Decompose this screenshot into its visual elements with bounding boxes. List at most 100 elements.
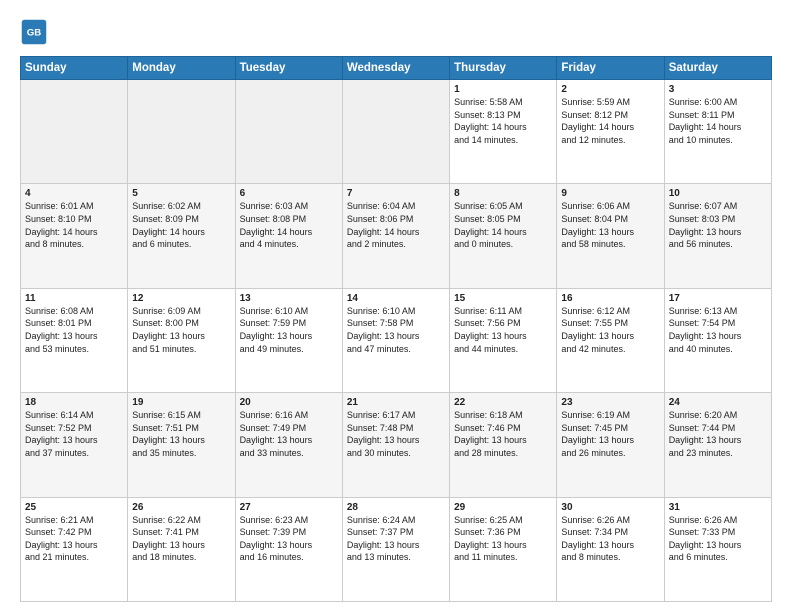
day-info: Sunrise: 6:02 AMSunset: 8:09 PMDaylight:… (132, 200, 230, 250)
day-info: Sunrise: 6:17 AMSunset: 7:48 PMDaylight:… (347, 409, 445, 459)
calendar-cell: 6Sunrise: 6:03 AMSunset: 8:08 PMDaylight… (235, 184, 342, 288)
calendar-cell (342, 80, 449, 184)
day-number: 27 (240, 502, 338, 513)
day-number: 14 (347, 293, 445, 304)
day-number: 30 (561, 502, 659, 513)
calendar-cell: 13Sunrise: 6:10 AMSunset: 7:59 PMDayligh… (235, 288, 342, 392)
day-info: Sunrise: 6:22 AMSunset: 7:41 PMDaylight:… (132, 514, 230, 564)
weekday-header-wednesday: Wednesday (342, 57, 449, 80)
calendar-cell: 29Sunrise: 6:25 AMSunset: 7:36 PMDayligh… (450, 497, 557, 601)
day-info: Sunrise: 6:05 AMSunset: 8:05 PMDaylight:… (454, 200, 552, 250)
day-number: 24 (669, 397, 767, 408)
day-number: 25 (25, 502, 123, 513)
day-info: Sunrise: 6:14 AMSunset: 7:52 PMDaylight:… (25, 409, 123, 459)
calendar-cell: 5Sunrise: 6:02 AMSunset: 8:09 PMDaylight… (128, 184, 235, 288)
calendar-header-row: SundayMondayTuesdayWednesdayThursdayFrid… (21, 57, 772, 80)
day-info: Sunrise: 6:24 AMSunset: 7:37 PMDaylight:… (347, 514, 445, 564)
day-number: 28 (347, 502, 445, 513)
calendar-cell: 4Sunrise: 6:01 AMSunset: 8:10 PMDaylight… (21, 184, 128, 288)
day-number: 26 (132, 502, 230, 513)
day-number: 23 (561, 397, 659, 408)
day-number: 15 (454, 293, 552, 304)
calendar: SundayMondayTuesdayWednesdayThursdayFrid… (20, 56, 772, 602)
day-info: Sunrise: 6:19 AMSunset: 7:45 PMDaylight:… (561, 409, 659, 459)
weekday-header-friday: Friday (557, 57, 664, 80)
day-info: Sunrise: 6:10 AMSunset: 7:58 PMDaylight:… (347, 305, 445, 355)
calendar-cell: 3Sunrise: 6:00 AMSunset: 8:11 PMDaylight… (664, 80, 771, 184)
day-number: 10 (669, 188, 767, 199)
day-number: 21 (347, 397, 445, 408)
weekday-header-tuesday: Tuesday (235, 57, 342, 80)
day-number: 1 (454, 84, 552, 95)
calendar-week-row: 25Sunrise: 6:21 AMSunset: 7:42 PMDayligh… (21, 497, 772, 601)
day-info: Sunrise: 6:11 AMSunset: 7:56 PMDaylight:… (454, 305, 552, 355)
day-number: 6 (240, 188, 338, 199)
calendar-cell: 2Sunrise: 5:59 AMSunset: 8:12 PMDaylight… (557, 80, 664, 184)
day-info: Sunrise: 6:12 AMSunset: 7:55 PMDaylight:… (561, 305, 659, 355)
calendar-cell: 19Sunrise: 6:15 AMSunset: 7:51 PMDayligh… (128, 393, 235, 497)
calendar-cell: 17Sunrise: 6:13 AMSunset: 7:54 PMDayligh… (664, 288, 771, 392)
day-number: 19 (132, 397, 230, 408)
day-info: Sunrise: 6:01 AMSunset: 8:10 PMDaylight:… (25, 200, 123, 250)
day-number: 5 (132, 188, 230, 199)
day-info: Sunrise: 6:09 AMSunset: 8:00 PMDaylight:… (132, 305, 230, 355)
calendar-cell: 23Sunrise: 6:19 AMSunset: 7:45 PMDayligh… (557, 393, 664, 497)
day-info: Sunrise: 5:58 AMSunset: 8:13 PMDaylight:… (454, 96, 552, 146)
svg-text:GB: GB (27, 28, 41, 39)
day-number: 7 (347, 188, 445, 199)
page: GB SundayMondayTuesdayWednesdayThursdayF… (0, 0, 792, 612)
calendar-cell: 8Sunrise: 6:05 AMSunset: 8:05 PMDaylight… (450, 184, 557, 288)
day-number: 9 (561, 188, 659, 199)
day-info: Sunrise: 6:04 AMSunset: 8:06 PMDaylight:… (347, 200, 445, 250)
day-info: Sunrise: 6:25 AMSunset: 7:36 PMDaylight:… (454, 514, 552, 564)
weekday-header-sunday: Sunday (21, 57, 128, 80)
day-number: 18 (25, 397, 123, 408)
day-info: Sunrise: 6:13 AMSunset: 7:54 PMDaylight:… (669, 305, 767, 355)
day-info: Sunrise: 6:16 AMSunset: 7:49 PMDaylight:… (240, 409, 338, 459)
calendar-cell: 30Sunrise: 6:26 AMSunset: 7:34 PMDayligh… (557, 497, 664, 601)
logo-icon: GB (20, 18, 48, 46)
calendar-cell: 9Sunrise: 6:06 AMSunset: 8:04 PMDaylight… (557, 184, 664, 288)
day-number: 22 (454, 397, 552, 408)
calendar-week-row: 18Sunrise: 6:14 AMSunset: 7:52 PMDayligh… (21, 393, 772, 497)
day-number: 17 (669, 293, 767, 304)
calendar-cell: 26Sunrise: 6:22 AMSunset: 7:41 PMDayligh… (128, 497, 235, 601)
day-info: Sunrise: 6:23 AMSunset: 7:39 PMDaylight:… (240, 514, 338, 564)
calendar-week-row: 4Sunrise: 6:01 AMSunset: 8:10 PMDaylight… (21, 184, 772, 288)
day-number: 2 (561, 84, 659, 95)
day-number: 29 (454, 502, 552, 513)
day-info: Sunrise: 6:03 AMSunset: 8:08 PMDaylight:… (240, 200, 338, 250)
calendar-cell: 18Sunrise: 6:14 AMSunset: 7:52 PMDayligh… (21, 393, 128, 497)
day-info: Sunrise: 6:10 AMSunset: 7:59 PMDaylight:… (240, 305, 338, 355)
day-info: Sunrise: 6:26 AMSunset: 7:33 PMDaylight:… (669, 514, 767, 564)
day-number: 13 (240, 293, 338, 304)
calendar-cell: 1Sunrise: 5:58 AMSunset: 8:13 PMDaylight… (450, 80, 557, 184)
day-number: 16 (561, 293, 659, 304)
calendar-cell: 22Sunrise: 6:18 AMSunset: 7:46 PMDayligh… (450, 393, 557, 497)
calendar-cell: 31Sunrise: 6:26 AMSunset: 7:33 PMDayligh… (664, 497, 771, 601)
calendar-week-row: 11Sunrise: 6:08 AMSunset: 8:01 PMDayligh… (21, 288, 772, 392)
logo: GB (20, 18, 52, 46)
calendar-week-row: 1Sunrise: 5:58 AMSunset: 8:13 PMDaylight… (21, 80, 772, 184)
day-number: 12 (132, 293, 230, 304)
day-number: 11 (25, 293, 123, 304)
day-info: Sunrise: 6:06 AMSunset: 8:04 PMDaylight:… (561, 200, 659, 250)
calendar-cell: 21Sunrise: 6:17 AMSunset: 7:48 PMDayligh… (342, 393, 449, 497)
day-info: Sunrise: 6:00 AMSunset: 8:11 PMDaylight:… (669, 96, 767, 146)
day-number: 3 (669, 84, 767, 95)
calendar-cell: 20Sunrise: 6:16 AMSunset: 7:49 PMDayligh… (235, 393, 342, 497)
calendar-cell: 27Sunrise: 6:23 AMSunset: 7:39 PMDayligh… (235, 497, 342, 601)
day-info: Sunrise: 6:07 AMSunset: 8:03 PMDaylight:… (669, 200, 767, 250)
calendar-cell: 12Sunrise: 6:09 AMSunset: 8:00 PMDayligh… (128, 288, 235, 392)
day-info: Sunrise: 6:18 AMSunset: 7:46 PMDaylight:… (454, 409, 552, 459)
day-number: 31 (669, 502, 767, 513)
day-info: Sunrise: 6:26 AMSunset: 7:34 PMDaylight:… (561, 514, 659, 564)
calendar-cell (235, 80, 342, 184)
day-info: Sunrise: 5:59 AMSunset: 8:12 PMDaylight:… (561, 96, 659, 146)
day-info: Sunrise: 6:20 AMSunset: 7:44 PMDaylight:… (669, 409, 767, 459)
day-info: Sunrise: 6:21 AMSunset: 7:42 PMDaylight:… (25, 514, 123, 564)
calendar-cell: 16Sunrise: 6:12 AMSunset: 7:55 PMDayligh… (557, 288, 664, 392)
day-number: 4 (25, 188, 123, 199)
calendar-cell (21, 80, 128, 184)
calendar-cell: 15Sunrise: 6:11 AMSunset: 7:56 PMDayligh… (450, 288, 557, 392)
